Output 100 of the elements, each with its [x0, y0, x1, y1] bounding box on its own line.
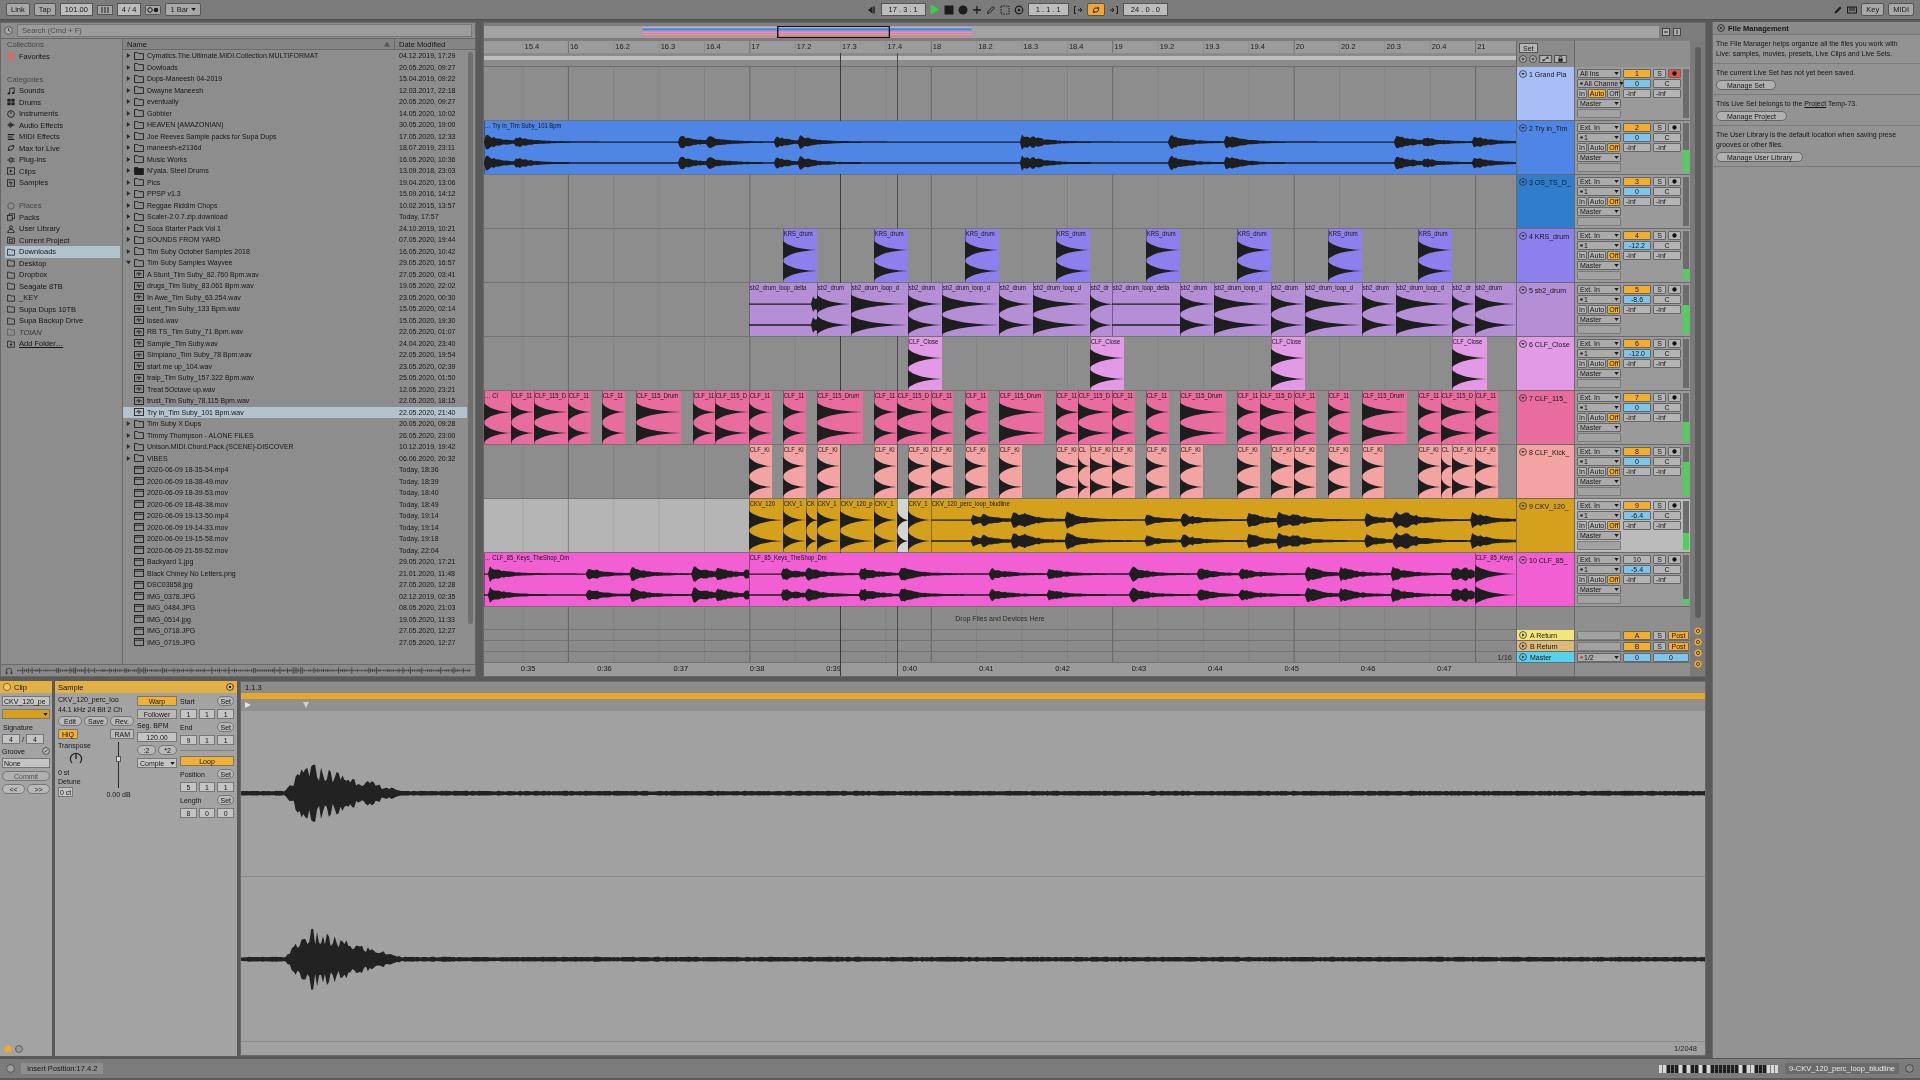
disclosure-triangle-icon[interactable]: [126, 455, 131, 461]
fold-toggle-icon[interactable]: [1519, 631, 1527, 639]
circle-plus-icon[interactable]: [1529, 55, 1537, 63]
status-circle-icon[interactable]: [1905, 1064, 1914, 1073]
disclosure-triangle-icon[interactable]: [126, 168, 131, 174]
loop-toggle-button[interactable]: [1086, 3, 1105, 16]
disclosure-triangle-icon[interactable]: [126, 99, 131, 105]
scrollbar[interactable]: [468, 52, 473, 624]
circle-plus-icon[interactable]: [1519, 55, 1527, 63]
disclosure-triangle-icon[interactable]: [126, 87, 131, 93]
disclosure-triangle-icon[interactable]: [126, 202, 131, 208]
disclosure-triangle-icon[interactable]: [126, 237, 131, 243]
plus-icon[interactable]: [971, 4, 982, 15]
circle-slash-icon[interactable]: [42, 747, 50, 755]
caret-icon: [1614, 318, 1619, 321]
input-dot-icon: [1580, 568, 1583, 571]
disclosure-triangle-icon[interactable]: [126, 64, 131, 70]
clock-icon[interactable]: [4, 26, 13, 35]
start-marker-icon[interactable]: [245, 702, 251, 708]
round-toggle-icon[interactable]: [3, 683, 11, 691]
fold-toggle-icon[interactable]: [1519, 232, 1527, 240]
slider-thumb[interactable]: [116, 756, 121, 763]
bracket-arrow-icon[interactable]: [1108, 4, 1119, 15]
close-icon[interactable]: [1717, 24, 1725, 32]
ring-dot-icon[interactable]: [226, 683, 234, 691]
fold-toggle-icon[interactable]: [1519, 286, 1527, 294]
file-icon: [134, 534, 144, 543]
keyboard-icon[interactable]: [1847, 4, 1858, 15]
pencil-icon[interactable]: [1833, 4, 1844, 15]
disclosure-triangle-icon[interactable]: [126, 156, 131, 162]
record-dot-icon: [1672, 503, 1677, 508]
fold-toggle-icon[interactable]: [1519, 502, 1527, 510]
arm-button[interactable]: [1668, 555, 1681, 564]
arm-button[interactable]: [1668, 285, 1681, 294]
arm-button[interactable]: [1668, 339, 1681, 348]
pencil-icon[interactable]: [985, 4, 996, 15]
arm-button[interactable]: [1668, 447, 1681, 456]
input-dot-icon: [1580, 190, 1583, 193]
disclosure-triangle-icon[interactable]: [126, 122, 131, 128]
disclosure-triangle-icon[interactable]: [126, 145, 131, 151]
status-circle-icon[interactable]: [6, 1064, 15, 1073]
gain-slider-track[interactable]: [116, 742, 121, 788]
disclosure-triangle-icon[interactable]: [126, 421, 131, 427]
fold-toggle-icon[interactable]: [1519, 70, 1527, 78]
disclosure-triangle-icon[interactable]: [126, 214, 131, 220]
disclosure-triangle-icon[interactable]: [126, 260, 131, 266]
clip-color-dropdown[interactable]: [2, 709, 50, 719]
dial-icon: [7, 109, 15, 118]
vertical-bars-icon[interactable]: [96, 4, 113, 15]
minus-square-icon[interactable]: [1662, 28, 1670, 36]
fold-toggle-icon[interactable]: [1519, 394, 1527, 402]
record-dot-icon: [1672, 71, 1677, 76]
input-dot-icon: [1580, 136, 1583, 139]
record-icon[interactable]: [957, 4, 968, 15]
fold-toggle-icon[interactable]: [1519, 642, 1527, 650]
disclosure-triangle-icon[interactable]: [126, 191, 131, 197]
ring-icon[interactable]: [1013, 4, 1024, 15]
fold-toggle-icon[interactable]: [1519, 178, 1527, 186]
caret-icon: [1614, 210, 1619, 213]
input-dot-icon: [1580, 82, 1583, 85]
fold-toggle-icon[interactable]: [1519, 124, 1527, 132]
headphones-icon[interactable]: [5, 666, 13, 675]
fold-toggle-icon[interactable]: [1519, 556, 1527, 564]
disclosure-triangle-icon[interactable]: [126, 225, 131, 231]
disclosure-triangle-icon[interactable]: [126, 248, 131, 254]
record-dot-icon: [1672, 287, 1677, 292]
caret-icon: [1614, 298, 1619, 301]
disclosure-triangle-icon[interactable]: [126, 432, 131, 438]
bracket-arrow-icon[interactable]: [1072, 4, 1083, 15]
arm-button[interactable]: [1668, 177, 1681, 186]
arm-button[interactable]: [1668, 501, 1681, 510]
skip-back-icon[interactable]: [866, 4, 877, 15]
arm-button[interactable]: [1668, 231, 1681, 240]
arm-button[interactable]: [1668, 69, 1681, 78]
lock-icon[interactable]: [1554, 55, 1567, 63]
fold-toggle-icon[interactable]: [1519, 448, 1527, 456]
scrollbar[interactable]: [1694, 47, 1701, 618]
record-dot-icon: [1672, 341, 1677, 346]
disclosure-triangle-icon[interactable]: [126, 53, 131, 59]
caret-icon: [1614, 460, 1619, 463]
disclosure-triangle-icon[interactable]: [126, 179, 131, 185]
circle-pair-icon[interactable]: [145, 4, 162, 15]
arm-button[interactable]: [1668, 123, 1681, 132]
record-dot-icon: [1672, 179, 1677, 184]
expand-arrows-icon[interactable]: [1539, 55, 1552, 63]
folder-plus-icon: [7, 339, 15, 348]
disclosure-triangle-icon[interactable]: [126, 133, 131, 139]
triangle-marker-icon[interactable]: [303, 702, 309, 708]
dotted-square-icon[interactable]: [999, 4, 1010, 15]
disclosure-triangle-icon[interactable]: [126, 110, 131, 116]
preview-waveform-drawing[interactable]: [17, 666, 471, 675]
mini-overview-drawing[interactable]: [1659, 1063, 1780, 1074]
arm-button[interactable]: [1668, 393, 1681, 402]
fold-toggle-icon[interactable]: [1519, 653, 1527, 661]
stop-icon[interactable]: [943, 4, 954, 15]
disclosure-triangle-icon[interactable]: [126, 76, 131, 82]
file-icon: [134, 488, 144, 497]
fold-toggle-icon[interactable]: [1519, 340, 1527, 348]
bar-square-icon[interactable]: [1673, 28, 1681, 36]
disclosure-triangle-icon[interactable]: [126, 444, 131, 450]
